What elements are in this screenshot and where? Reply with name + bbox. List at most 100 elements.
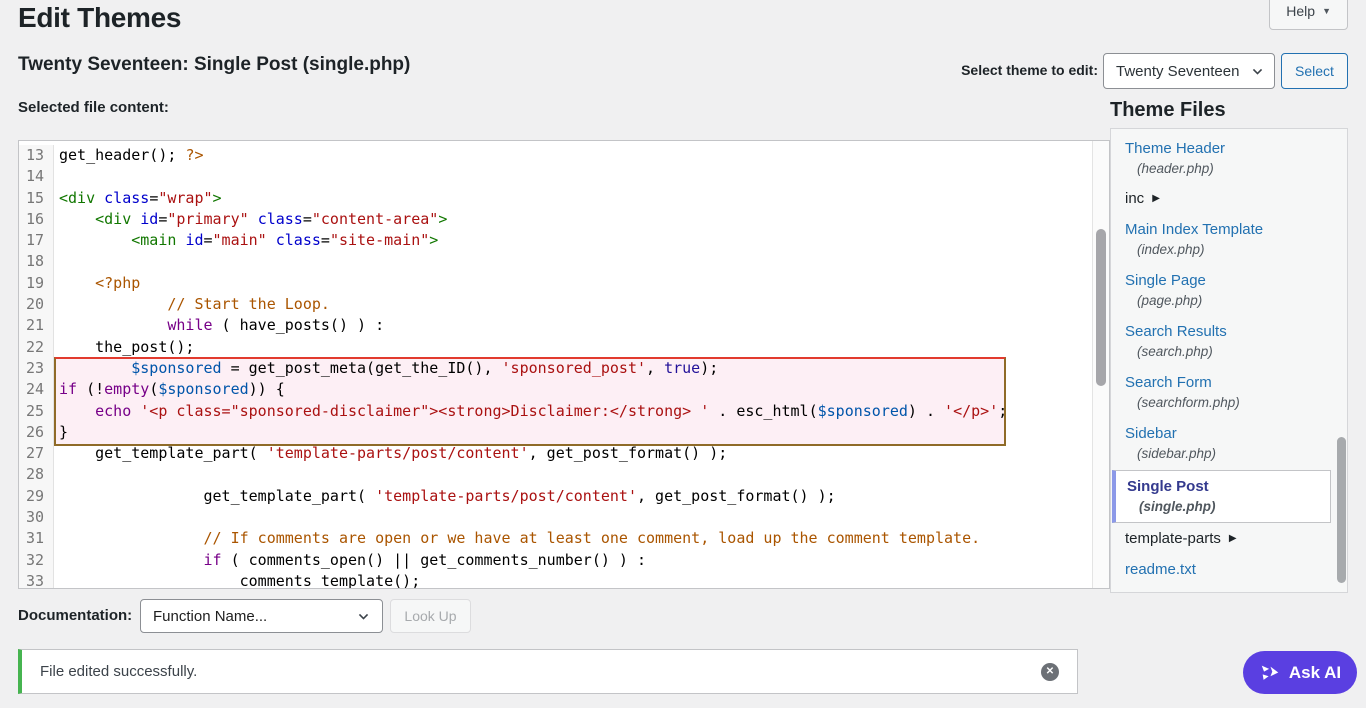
theme-file-link[interactable]: readme.txt xyxy=(1125,560,1335,579)
line-number: 21 xyxy=(19,315,54,336)
theme-file-list[interactable]: Theme Header (header.php) inc ▶ Main Ind… xyxy=(1110,128,1348,593)
line-number: 14 xyxy=(19,166,54,187)
line-number: 17 xyxy=(19,230,54,251)
theme-file-item[interactable]: Search Form (searchform.php) xyxy=(1111,367,1347,418)
caret-down-icon: ▼ xyxy=(1322,3,1331,16)
line-number: 18 xyxy=(19,251,54,272)
theme-file-filename: (single.php) xyxy=(1127,496,1318,515)
folder-expand-arrow-icon[interactable]: ▶ xyxy=(1152,193,1160,204)
ask-ai-spark-icon xyxy=(1259,662,1281,684)
code-line[interactable]: 15<div class="wrap"> xyxy=(19,188,1109,209)
help-button[interactable]: Help ▼ xyxy=(1269,0,1348,30)
code-line[interactable]: 26} xyxy=(19,422,1109,443)
code-line[interactable]: 17 <main id="main" class="site-main"> xyxy=(19,230,1109,251)
code-line[interactable]: 27 get_template_part( 'template-parts/po… xyxy=(19,443,1109,464)
theme-file-filename: (index.php) xyxy=(1125,239,1335,258)
line-number: 19 xyxy=(19,273,54,294)
code-line[interactable]: 30 xyxy=(19,507,1109,528)
theme-file-link[interactable]: Search Results xyxy=(1125,322,1335,341)
line-number: 20 xyxy=(19,294,54,315)
line-number: 33 xyxy=(19,571,54,589)
ask-ai-label: Ask AI xyxy=(1289,663,1341,683)
look-up-button: Look Up xyxy=(390,599,471,633)
documentation-label: Documentation: xyxy=(18,607,132,624)
theme-file-item[interactable]: Single Page (page.php) xyxy=(1111,265,1347,316)
theme-file-link[interactable]: Main Index Template xyxy=(1125,220,1335,239)
line-number: 13 xyxy=(19,145,54,166)
function-name-value: Function Name... xyxy=(153,608,267,625)
editor-scrollbar-thumb[interactable] xyxy=(1096,229,1106,386)
line-number: 32 xyxy=(19,550,54,571)
code-line[interactable]: 32 if ( comments_open() || get_comments_… xyxy=(19,550,1109,571)
theme-file-item[interactable]: Search Results (search.php) xyxy=(1111,316,1347,367)
notice-message: File edited successfully. xyxy=(40,663,197,680)
theme-file-link[interactable]: Sidebar xyxy=(1125,424,1335,443)
code-line[interactable]: 21 while ( have_posts() ) : xyxy=(19,315,1109,336)
line-number: 30 xyxy=(19,507,54,528)
theme-folder-item[interactable]: inc ▶ xyxy=(1111,184,1347,214)
folder-expand-arrow-icon[interactable]: ▶ xyxy=(1229,533,1237,544)
theme-file-item[interactable]: readme.txt xyxy=(1111,554,1347,586)
code-line[interactable]: 18 xyxy=(19,251,1109,272)
code-line[interactable]: 19 <?php xyxy=(19,273,1109,294)
theme-file-filename: (sidebar.php) xyxy=(1125,443,1335,462)
success-notice: File edited successfully. ✕ xyxy=(18,649,1078,694)
sidebar-scrollbar-thumb[interactable] xyxy=(1337,437,1346,583)
theme-file-item[interactable]: Theme Header (header.php) xyxy=(1111,133,1347,184)
theme-file-filename: (search.php) xyxy=(1125,341,1335,360)
theme-select-dropdown[interactable]: Twenty Seventeen xyxy=(1103,53,1275,89)
selected-file-content-label: Selected file content: xyxy=(18,99,169,116)
theme-file-link[interactable]: Single Page xyxy=(1125,271,1335,290)
chevron-down-icon xyxy=(1251,65,1264,78)
select-theme-label: Select theme to edit: xyxy=(961,62,1098,78)
code-editor[interactable]: 13get_header(); ?>1415<div class="wrap">… xyxy=(18,140,1110,589)
theme-file-item[interactable]: Single Post (single.php) xyxy=(1112,470,1331,523)
editor-scrollbar[interactable] xyxy=(1092,141,1109,588)
theme-files-heading: Theme Files xyxy=(1110,99,1226,122)
code-line[interactable]: 29 get_template_part( 'template-parts/po… xyxy=(19,486,1109,507)
theme-file-item[interactable]: Main Index Template (index.php) xyxy=(1111,214,1347,265)
theme-file-item[interactable]: Sidebar (sidebar.php) xyxy=(1111,418,1347,469)
code-line[interactable]: 24if (!empty($sponsored)) { xyxy=(19,379,1109,400)
theme-file-link[interactable]: Theme Header xyxy=(1125,139,1335,158)
code-line[interactable]: 25 echo '<p class="sponsored-disclaimer"… xyxy=(19,401,1109,422)
line-number: 24 xyxy=(19,379,54,400)
line-number: 16 xyxy=(19,209,54,230)
code-line[interactable]: 28 xyxy=(19,464,1109,485)
line-number: 25 xyxy=(19,401,54,422)
help-button-label: Help xyxy=(1286,3,1315,19)
line-number: 26 xyxy=(19,422,54,443)
chevron-down-icon xyxy=(357,610,370,623)
line-number: 28 xyxy=(19,464,54,485)
line-number: 27 xyxy=(19,443,54,464)
dismiss-notice-icon[interactable]: ✕ xyxy=(1041,663,1059,681)
code-line[interactable]: 14 xyxy=(19,166,1109,187)
ask-ai-button[interactable]: Ask AI xyxy=(1243,651,1357,694)
select-theme-button[interactable]: Select xyxy=(1281,53,1348,89)
line-number: 29 xyxy=(19,486,54,507)
line-number: 23 xyxy=(19,358,54,379)
page-title: Edit Themes xyxy=(18,2,181,34)
theme-file-link[interactable]: Single Post xyxy=(1127,477,1318,496)
theme-folder-item[interactable]: template-parts ▶ xyxy=(1111,524,1347,554)
code-line[interactable]: 33 comments_template(); xyxy=(19,571,1109,589)
line-number: 15 xyxy=(19,188,54,209)
code-line[interactable]: 13get_header(); ?> xyxy=(19,145,1109,166)
line-number: 31 xyxy=(19,528,54,549)
function-name-dropdown[interactable]: Function Name... xyxy=(140,599,383,633)
current-file-heading: Twenty Seventeen: Single Post (single.ph… xyxy=(18,54,410,76)
theme-folder-label: template-parts xyxy=(1125,530,1221,547)
code-line[interactable]: 16 <div id="primary" class="content-area… xyxy=(19,209,1109,230)
code-lines[interactable]: 13get_header(); ?>1415<div class="wrap">… xyxy=(19,141,1109,589)
code-line[interactable]: 23 $sponsored = get_post_meta(get_the_ID… xyxy=(19,358,1109,379)
theme-file-filename: (header.php) xyxy=(1125,158,1335,177)
code-line[interactable]: 20 // Start the Loop. xyxy=(19,294,1109,315)
theme-file-filename: (searchform.php) xyxy=(1125,392,1335,411)
code-line[interactable]: 22 the_post(); xyxy=(19,337,1109,358)
theme-file-filename: (page.php) xyxy=(1125,290,1335,309)
theme-select-value: Twenty Seventeen xyxy=(1116,63,1239,80)
theme-file-link[interactable]: Search Form xyxy=(1125,373,1335,392)
line-number: 22 xyxy=(19,337,54,358)
theme-folder-label: inc xyxy=(1125,190,1144,207)
code-line[interactable]: 31 // If comments are open or we have at… xyxy=(19,528,1109,549)
